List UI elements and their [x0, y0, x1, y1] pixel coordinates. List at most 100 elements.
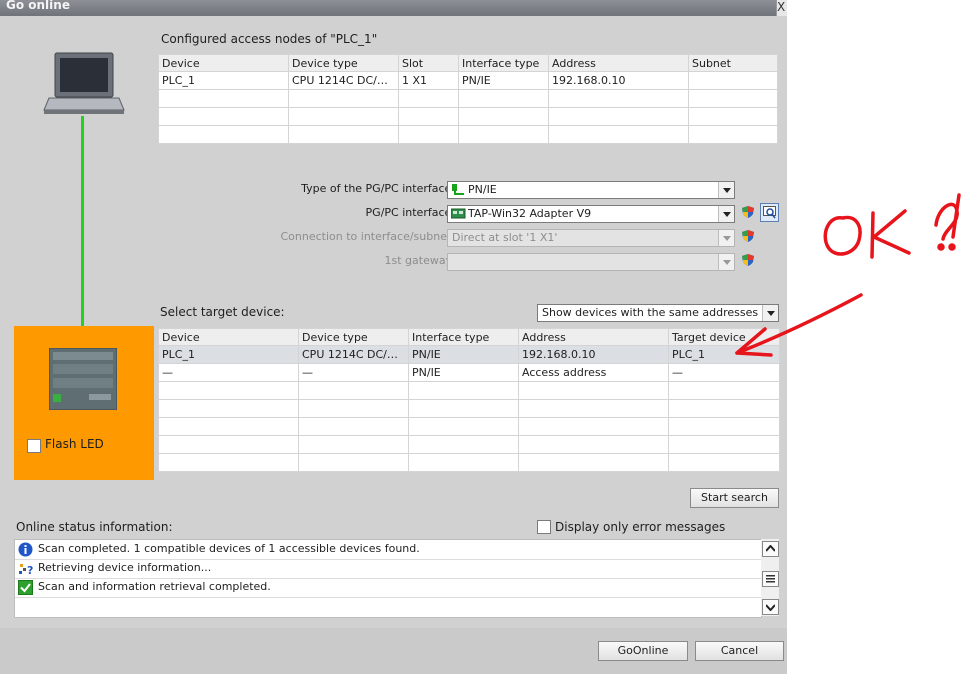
empty-cell [548, 125, 689, 144]
scroll-up-button[interactable] [762, 541, 779, 557]
chevron-down-icon[interactable] [718, 206, 734, 222]
empty-cell [398, 107, 459, 126]
table-row[interactable]: PLC_1 CPU 1214C DC/D... 1 X1 PN/IE 192.1… [158, 71, 778, 90]
annotation-question-dot [937, 243, 945, 251]
empty-cell [298, 417, 409, 436]
configured-nodes-table: Device Device type Slot Interface type A… [158, 54, 778, 144]
column-header-slot[interactable]: Slot [398, 54, 459, 72]
empty-cell [668, 417, 780, 436]
annotation-letter-k-arms [872, 209, 911, 255]
empty-cell [668, 399, 780, 418]
empty-cell [298, 381, 409, 400]
status-message: Retrieving device information... [38, 561, 212, 574]
success-check-icon [18, 580, 33, 595]
table-row [158, 417, 780, 436]
gateway-label: 1st gateway: [384, 254, 456, 267]
scroll-thumb[interactable] [762, 571, 779, 587]
only-errors-label: Display only error messages [555, 520, 726, 534]
grip-icon [766, 575, 775, 583]
chevron-down-icon[interactable] [718, 182, 734, 198]
empty-cell [398, 89, 459, 108]
column-header-subnet[interactable]: Subnet [688, 54, 778, 72]
connection-label: Connection to interface/subnet: [280, 230, 456, 243]
table-row [158, 125, 778, 144]
empty-cell [298, 399, 409, 418]
status-scrollbar[interactable] [761, 539, 779, 616]
cell-subnet [688, 71, 778, 90]
cell-device-type: CPU 1214C DC/D... [288, 71, 399, 90]
pgpc-interface-label: PG/PC interface: [365, 206, 455, 219]
table-row [158, 381, 780, 400]
table-row [158, 453, 780, 472]
table-row [158, 107, 778, 126]
column-header-device[interactable]: Device [158, 54, 289, 72]
pgpc-type-dropdown[interactable]: PN/IE [447, 181, 735, 199]
list-item[interactable]: Scan completed. 1 compatible devices of … [15, 540, 761, 560]
online-status-heading: Online status information: [16, 520, 173, 534]
pgpc-interface-dropdown[interactable]: TAP-Win32 Adapter V9 [447, 205, 735, 223]
column-header-interface-type[interactable]: Interface type [408, 328, 519, 346]
chevron-down-icon [766, 604, 775, 611]
column-header-device-type[interactable]: Device type [298, 328, 409, 346]
empty-cell [688, 89, 778, 108]
column-header-device[interactable]: Device [158, 328, 299, 346]
target-devices-table: Device Device type Interface type Addres… [158, 328, 780, 472]
handwritten-annotation [735, 193, 961, 357]
cell-interface-type: PN/IE [458, 71, 549, 90]
column-header-device-type[interactable]: Device type [288, 54, 399, 72]
empty-cell [518, 435, 669, 454]
chevron-down-icon [718, 230, 734, 246]
empty-cell [668, 453, 780, 472]
cell-address: 192.168.0.10 [518, 345, 669, 364]
pgpc-type-label: Type of the PG/PC interface: [301, 182, 455, 195]
start-search-button[interactable]: Start search [690, 488, 779, 508]
connection-dropdown: Direct at slot '1 X1' [447, 229, 735, 247]
flash-led-checkbox[interactable] [27, 439, 41, 453]
empty-cell [408, 399, 519, 418]
pgpc-interface-value: TAP-Win32 Adapter V9 [468, 207, 592, 220]
table-row[interactable]: — — PN/IE Access address — [158, 363, 780, 382]
only-errors-checkbox[interactable] [537, 520, 551, 534]
empty-cell [668, 435, 780, 454]
empty-cell [288, 125, 399, 144]
empty-cell [518, 417, 669, 436]
chevron-down-icon [718, 254, 734, 270]
go-online-button[interactable]: GoOnline [598, 641, 688, 661]
title-bar[interactable]: Go online [0, 0, 787, 16]
empty-cell [158, 399, 299, 418]
table-row [158, 435, 780, 454]
empty-cell [458, 89, 549, 108]
flash-led-label: Flash LED [45, 437, 104, 451]
cell-device: — [158, 363, 299, 382]
column-header-address[interactable]: Address [518, 328, 669, 346]
network-adapter-icon [451, 208, 466, 219]
cell-device-type: — [298, 363, 409, 382]
configured-nodes-heading: Configured access nodes of "PLC_1" [161, 32, 378, 46]
list-item[interactable]: ? Retrieving device information... [15, 559, 761, 579]
empty-cell [158, 107, 289, 126]
empty-cell [688, 107, 778, 126]
cell-device: PLC_1 [158, 71, 289, 90]
dialog-title: Go online [6, 0, 70, 12]
list-item[interactable]: Scan and information retrieval completed… [15, 578, 761, 598]
cancel-button[interactable]: Cancel [695, 641, 784, 661]
empty-cell [408, 435, 519, 454]
empty-cell [548, 89, 689, 108]
empty-cell [158, 381, 299, 400]
go-online-label: GoOnline [617, 644, 669, 657]
annotation-letter-k-stem [870, 211, 875, 259]
scroll-down-button[interactable] [762, 599, 779, 615]
cell-address: Access address [518, 363, 669, 382]
column-header-interface-type[interactable]: Interface type [458, 54, 549, 72]
column-header-address[interactable]: Address [548, 54, 689, 72]
info-icon [18, 542, 33, 557]
plc-device-icon [49, 348, 117, 410]
close-button[interactable]: X [776, 0, 787, 16]
cell-slot: 1 X1 [398, 71, 459, 90]
empty-cell [158, 417, 299, 436]
empty-cell [158, 453, 299, 472]
cell-target-device: — [668, 363, 780, 382]
network-connection-line [81, 116, 84, 352]
target-filter-value: Show devices with the same addresses [542, 306, 759, 319]
table-row[interactable]: PLC_1 CPU 1214C DC/D... PN/IE 192.168.0.… [158, 345, 780, 364]
